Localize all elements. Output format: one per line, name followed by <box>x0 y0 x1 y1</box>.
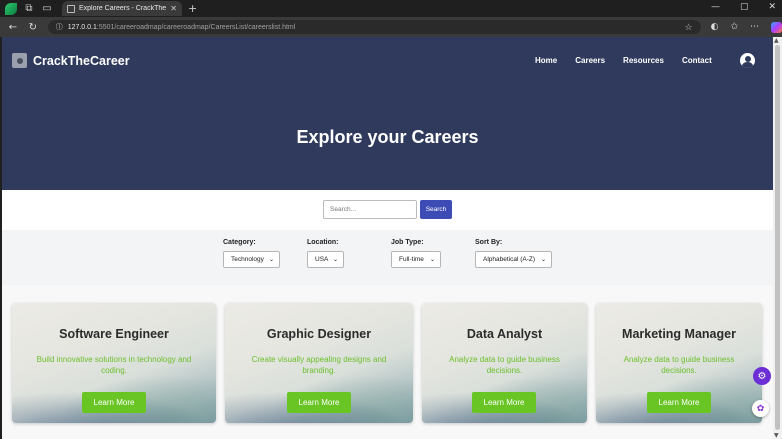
select-value: Technology <box>231 256 264 263</box>
career-card: Graphic Designer Create visually appeali… <box>225 303 413 423</box>
sort-select[interactable]: Alphabetical (A-Z) ⌄ <box>475 251 552 268</box>
more-menu-icon[interactable]: ⋯ <box>750 22 759 33</box>
browser-profile-icon[interactable] <box>4 2 18 16</box>
search-button[interactable]: Search <box>420 200 452 219</box>
learn-more-button[interactable]: Learn More <box>287 392 351 413</box>
nav-resources[interactable]: Resources <box>623 56 664 65</box>
settings-gear-icon[interactable]: ⚙ <box>753 367 771 385</box>
back-icon[interactable]: ← <box>6 22 20 33</box>
page-title: Explore your Careers <box>296 127 479 147</box>
career-card: Marketing Manager Analyze data to guide … <box>596 303 762 423</box>
brand[interactable]: CrackTheCareer <box>12 53 130 68</box>
filter-sort-by: Sort By: Alphabetical (A-Z) ⌄ <box>475 239 552 268</box>
card-description: Build innovative solutions in technology… <box>36 355 192 375</box>
close-window-icon[interactable]: ✕ <box>768 2 776 12</box>
hero-section: CrackTheCareer Home Careers Resources Co… <box>2 37 773 190</box>
refresh-icon[interactable]: ↻ <box>26 22 40 33</box>
card-title: Marketing Manager <box>622 327 736 341</box>
chevron-down-icon: ⌄ <box>332 257 338 263</box>
favorites-icon[interactable]: ✩ <box>730 22 738 33</box>
filter-location: Location: USA ⌄ <box>307 239 344 268</box>
main-nav: Home Careers Resources Contact <box>535 56 730 65</box>
browser-tab-bar: ⧉ ▭ Explore Careers - CrackTheCareer ✕ +… <box>0 0 782 17</box>
browser-address-bar: ← ↻ ⓘ 127.0.0.1:5501/careeroadmap/career… <box>0 17 782 37</box>
scrollbar-thumb[interactable] <box>775 45 780 430</box>
card-title: Data Analyst <box>466 327 543 341</box>
filter-label: Category: <box>223 239 256 246</box>
learn-more-button[interactable]: Learn More <box>472 392 536 413</box>
card-title: Graphic Designer <box>266 327 372 341</box>
filter-job-type: Job Type: Full-time ⌄ <box>391 239 441 268</box>
job-type-select[interactable]: Full-time ⌄ <box>391 251 441 268</box>
search-bar: Search <box>2 190 773 230</box>
search-input[interactable] <box>323 200 417 219</box>
career-cards: Software Engineer Build innovative solut… <box>2 285 773 439</box>
scroll-down-icon[interactable]: ▼ <box>774 432 779 439</box>
card-description: Analyze data to guide business decisions… <box>449 355 560 375</box>
copilot-icon[interactable] <box>771 21 782 33</box>
assistant-widget-icon[interactable]: ✿ <box>752 400 769 417</box>
tab-title: Explore Careers - CrackTheCareer <box>79 5 167 12</box>
filter-label: Location: <box>307 239 339 246</box>
nav-home[interactable]: Home <box>535 56 557 65</box>
user-avatar-icon[interactable] <box>740 53 755 68</box>
card-description: Analyze data to guide business decisions… <box>623 355 735 375</box>
close-tab-icon[interactable]: ✕ <box>170 4 177 13</box>
category-select[interactable]: Technology ⌄ <box>223 251 280 268</box>
learn-more-button[interactable]: Learn More <box>82 392 146 413</box>
select-value: USA <box>315 256 329 263</box>
tab-favicon-icon <box>67 4 75 13</box>
nav-contact[interactable]: Contact <box>682 56 712 65</box>
brand-name: CrackTheCareer <box>33 53 130 68</box>
site-info-icon[interactable]: ⓘ <box>56 22 63 32</box>
filter-category: Category: Technology ⌄ <box>223 239 280 268</box>
select-value: Alphabetical (A-Z) <box>483 256 536 263</box>
career-card: Data Analyst Analyze data to guide busin… <box>422 303 587 423</box>
brand-logo-icon <box>12 53 27 68</box>
career-card: Software Engineer Build innovative solut… <box>12 303 216 423</box>
chevron-down-icon: ⌄ <box>429 257 435 263</box>
chevron-down-icon: ⌄ <box>268 257 274 263</box>
url-host: 127.0.0.1 <box>67 23 97 31</box>
filter-label: Job Type: <box>391 239 424 246</box>
tab-actions-icon[interactable]: ▭ <box>40 2 54 16</box>
scroll-up-icon[interactable]: ▲ <box>774 37 779 44</box>
chevron-down-icon: ⌄ <box>540 257 546 263</box>
page-viewport: CrackTheCareer Home Careers Resources Co… <box>2 37 773 439</box>
learn-more-button[interactable]: Learn More <box>647 392 711 413</box>
new-tab-icon[interactable]: + <box>188 2 197 15</box>
filter-label: Sort By: <box>475 239 503 246</box>
workspaces-icon[interactable]: ⧉ <box>22 2 36 16</box>
card-description: Create visually appealing designs and br… <box>251 355 387 375</box>
location-select[interactable]: USA ⌄ <box>307 251 344 268</box>
browser-essentials-icon[interactable]: ◐ <box>711 22 719 33</box>
nav-careers[interactable]: Careers <box>575 56 605 65</box>
url-field[interactable]: ⓘ 127.0.0.1:5501/careeroadmap/careeroadm… <box>47 20 701 34</box>
filter-bar: Category: Technology ⌄ Location: USA ⌄ J… <box>2 230 773 285</box>
favorite-star-icon[interactable]: ☆ <box>685 22 693 33</box>
page-scrollbar[interactable]: ▲ ▼ <box>773 37 782 439</box>
select-value: Full-time <box>399 256 424 263</box>
minimize-icon[interactable]: — <box>711 2 720 12</box>
url-path: :5501/careeroadmap/careeroadmap/CareersL… <box>96 23 296 31</box>
maximize-icon[interactable]: ▢ <box>740 2 749 12</box>
browser-tab[interactable]: Explore Careers - CrackTheCareer ✕ <box>62 1 182 16</box>
card-title: Software Engineer <box>59 327 169 341</box>
